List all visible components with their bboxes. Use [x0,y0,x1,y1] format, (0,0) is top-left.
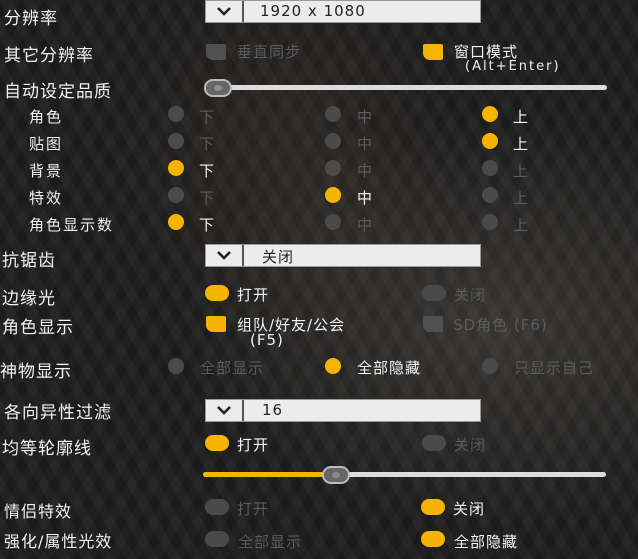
chevron-down-icon [206,400,244,421]
radio-low[interactable] [168,160,184,176]
enhance-effect-label: 强化/属性光效 [4,532,113,551]
couple-effect-off-label: 关闭 [453,500,486,518]
auto-quality-label: 自动设定品质 [4,82,112,102]
artifact-display-label: 神物显示 [0,362,72,382]
radio-low-label: 下 [199,189,216,207]
outline-label: 均等轮廓线 [2,439,92,459]
vsync-checkbox[interactable] [206,44,226,60]
anisotropic-value: 16 [262,401,284,419]
artifact-all-show-label: 全部显示 [200,359,265,377]
anisotropic-dropdown[interactable]: 16 [205,399,481,422]
couple-effect-label: 情侣特效 [4,502,73,521]
radio-high-label: 上 [513,108,530,126]
antialias-value: 关闭 [262,248,295,266]
resolution-label: 分辨率 [4,9,58,29]
antialias-dropdown[interactable]: 关闭 [205,244,481,267]
window-mode-checkbox[interactable] [423,44,443,60]
quality-row-label: 角色显示数 [29,216,115,234]
radio-low-label: 下 [199,162,216,180]
enhance-all-hide-radio[interactable] [421,531,445,547]
radio-low[interactable] [168,214,184,230]
party-display-checkbox[interactable] [206,316,226,332]
anisotropic-label: 各向异性过滤 [4,403,112,423]
radio-mid-label: 中 [357,108,374,126]
radio-high[interactable] [482,187,498,203]
quality-row-label: 特效 [29,189,64,207]
radio-low-label: 下 [199,108,216,126]
sd-character-checkbox[interactable] [423,316,443,332]
resolution-dropdown[interactable]: 1920 x 1080 [205,0,481,23]
enhance-all-hide-label: 全部隐藏 [454,533,519,551]
sd-character-label: SD角色 (F6) [453,316,548,334]
quality-row-label: 角色 [29,108,64,126]
radio-high-label: 上 [513,135,530,153]
radio-low[interactable] [168,187,184,203]
vsync-label: 垂直同步 [237,43,302,61]
other-resolution-label: 其它分辨率 [4,46,94,66]
party-display-hint: (F5) [250,331,284,349]
outline-off-radio[interactable] [422,435,446,451]
artifact-self-only-radio[interactable] [482,358,498,374]
radio-high[interactable] [482,214,498,230]
radio-high[interactable] [482,160,498,176]
chevron-down-icon [206,245,244,266]
radio-high[interactable] [482,106,498,122]
radio-mid[interactable] [325,133,341,149]
couple-effect-on-label: 打开 [237,500,270,518]
couple-effect-off-radio[interactable] [421,499,445,515]
enhance-all-show-radio[interactable] [205,531,229,547]
window-mode-hint: (Alt+Enter) [465,59,561,74]
radio-high[interactable] [482,133,498,149]
auto-quality-knob[interactable] [204,79,232,97]
radio-low[interactable] [168,133,184,149]
radio-high-label: 上 [513,162,530,180]
artifact-all-hide-radio[interactable] [325,358,341,374]
artifact-all-show-radio[interactable] [168,358,184,374]
couple-effect-on-radio[interactable] [205,499,229,515]
enhance-all-show-label: 全部显示 [238,533,303,551]
radio-mid-label: 中 [357,135,374,153]
radio-mid-label: 中 [357,216,374,234]
radio-low-label: 下 [199,135,216,153]
artifact-self-only-label: 只显示自己 [514,359,595,377]
resolution-value: 1920 x 1080 [260,2,366,20]
radio-mid[interactable] [325,214,341,230]
rim-light-off-label: 关闭 [454,286,487,304]
radio-mid[interactable] [325,160,341,176]
rim-light-label: 边缘光 [2,289,56,309]
rim-light-on-radio[interactable] [205,285,229,301]
outline-on-radio[interactable] [205,435,229,451]
antialias-label: 抗锯齿 [2,251,56,271]
radio-high-label: 上 [513,216,530,234]
outline-off-label: 关闭 [454,436,487,454]
outline-on-label: 打开 [237,436,270,454]
radio-mid[interactable] [325,106,341,122]
outline-slider-knob[interactable] [322,466,350,484]
radio-mid-label: 中 [357,189,374,207]
artifact-all-hide-label: 全部隐藏 [357,359,422,377]
outline-slider-fill [203,472,336,477]
rim-light-on-label: 打开 [237,286,270,304]
quality-row-label: 背景 [29,162,64,180]
radio-low-label: 下 [199,216,216,234]
radio-low[interactable] [168,106,184,122]
rim-light-off-radio[interactable] [422,285,446,301]
chevron-down-icon [206,1,244,22]
auto-quality-track[interactable] [210,85,607,90]
radio-mid-label: 中 [357,162,374,180]
quality-row-label: 贴图 [29,135,64,153]
radio-high-label: 上 [513,189,530,207]
radio-mid[interactable] [325,187,341,203]
char-display-label: 角色显示 [2,318,74,338]
